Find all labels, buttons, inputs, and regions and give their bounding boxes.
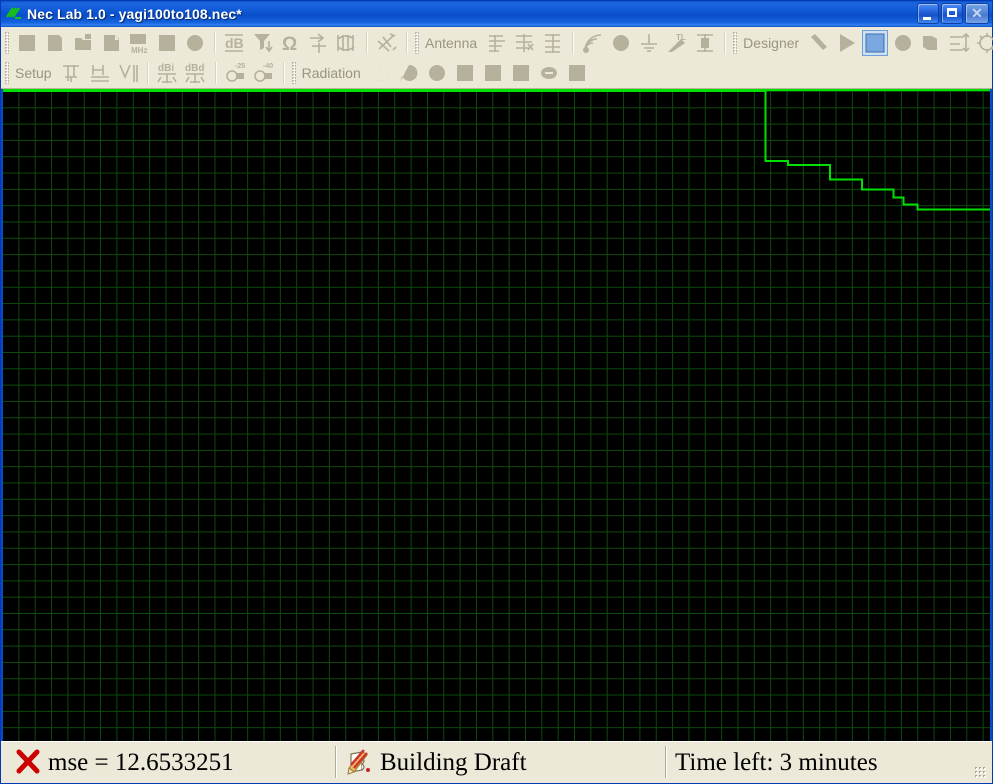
radiation-plot-3-button[interactable]: [508, 60, 534, 86]
app-window: Nec Lab 1.0 - yagi100to108.nec* ✕ MHz dB…: [0, 0, 993, 784]
frequency-mhz-button[interactable]: MHz: [126, 30, 152, 56]
gain-dbd-button[interactable]: dBd: [183, 60, 209, 86]
convergence-chart: [3, 90, 990, 211]
svg-text:dBi: dBi: [158, 63, 174, 74]
svg-text:dBd: dBd: [185, 63, 204, 74]
geometry-button[interactable]: [154, 30, 180, 56]
window-controls: ✕: [917, 3, 989, 24]
toolbar-row-primary: MHz dB Ω Antenna TL Designer: [1, 27, 993, 58]
setup-vertical-pattern-button[interactable]: [59, 60, 85, 86]
setup-vertical-bars-button[interactable]: [115, 60, 141, 86]
toolbar-separator: [282, 62, 285, 84]
antenna-yagi-button[interactable]: [484, 30, 510, 56]
toolbar-grip[interactable]: [291, 62, 296, 84]
title-bar[interactable]: Nec Lab 1.0 - yagi100to108.nec* ✕: [1, 1, 992, 27]
setup-group-label: Setup: [15, 65, 52, 81]
radiation-plot-1-button[interactable]: [452, 60, 478, 86]
toolbar-grip[interactable]: [5, 62, 9, 84]
designer-box-button[interactable]: [918, 30, 944, 56]
maximize-button[interactable]: [941, 3, 963, 24]
ground-plane-button[interactable]: [182, 30, 208, 56]
setup-horizontal-pattern-button[interactable]: [87, 60, 113, 86]
toolbar-separator: [572, 31, 575, 54]
mse-value: mse = 12.6533251: [48, 748, 234, 776]
gain-dbi-button[interactable]: dBi: [155, 60, 181, 86]
antenna-transmission-line-button[interactable]: TL: [664, 30, 690, 56]
radiation-pattern-3-button[interactable]: [424, 60, 450, 86]
designer-disc-button[interactable]: [890, 30, 916, 56]
sidelobe-40db-button[interactable]: -40: [251, 60, 277, 86]
gain-db-button[interactable]: dB: [222, 30, 248, 56]
antenna-log-periodic-button[interactable]: [512, 30, 538, 56]
open-document-button[interactable]: [42, 30, 68, 56]
radiation-pattern-1-button[interactable]: [368, 60, 394, 86]
radiation-group-label: Radiation: [301, 65, 361, 81]
toolbar-separator: [724, 31, 727, 54]
close-icon: ✕: [971, 5, 983, 21]
radiation-minus-button[interactable]: [536, 60, 562, 86]
radiation-plot-4-button[interactable]: [564, 60, 590, 86]
status-panel-state: Building Draft: [335, 743, 665, 781]
save-document-button[interactable]: [98, 30, 124, 56]
smith-chart-button[interactable]: [334, 30, 360, 56]
impedance-ohm-button[interactable]: Ω: [278, 30, 304, 56]
red-x-icon: [13, 747, 43, 777]
antenna-group-label: Antenna: [425, 34, 478, 51]
plot-area[interactable]: [1, 89, 992, 741]
toolbar-separator: [214, 31, 216, 54]
plot-grid: [3, 89, 990, 741]
designer-group-label: Designer: [743, 34, 800, 51]
status-bar: mse = 12.6533251 Building Draft Time lef…: [1, 741, 992, 783]
antenna-ground-button[interactable]: [636, 30, 662, 56]
pencil-draft-icon: [345, 747, 375, 777]
designer-run-button[interactable]: [834, 30, 860, 56]
designer-wire-button[interactable]: [806, 30, 832, 56]
toolbar-separator: [146, 62, 149, 84]
resize-grip[interactable]: [975, 767, 987, 779]
new-document-button[interactable]: [14, 30, 40, 56]
antenna-array-button[interactable]: [540, 30, 566, 56]
radiation-plot-2-button[interactable]: [480, 60, 506, 86]
toolbar-separator: [406, 31, 408, 54]
open-folder-button[interactable]: [70, 30, 96, 56]
status-panel-mse: mse = 12.6533251: [3, 743, 335, 781]
current-distribution-button[interactable]: [306, 30, 332, 56]
antenna-sphere-button[interactable]: [608, 30, 634, 56]
antenna-balun-button[interactable]: [692, 30, 718, 56]
optimize-button[interactable]: [374, 30, 400, 56]
radiation-pattern-2-button[interactable]: [396, 60, 422, 86]
window-title: Nec Lab 1.0 - yagi100to108.nec*: [27, 6, 242, 22]
svg-text:dB: dB: [225, 35, 244, 51]
svg-text:-25: -25: [235, 63, 245, 70]
swr-chart-button[interactable]: [250, 30, 276, 56]
close-button[interactable]: ✕: [965, 3, 989, 24]
toolbar-grip[interactable]: [5, 31, 9, 54]
sidelobe-25db-button[interactable]: -25: [223, 60, 249, 86]
designer-arrange-button[interactable]: [946, 30, 972, 56]
minimize-button[interactable]: [917, 3, 939, 24]
svg-text:MHz: MHz: [131, 46, 147, 55]
toolbar-separator: [366, 31, 368, 54]
nec-lab-icon: [5, 5, 23, 23]
state-label: Building Draft: [380, 748, 527, 776]
toolbar-grip[interactable]: [415, 31, 419, 54]
time-left-label: Time left: 3 minutes: [675, 748, 878, 776]
svg-text:-40: -40: [263, 63, 273, 70]
designer-settings-button[interactable]: [974, 30, 993, 56]
toolbar-separator: [214, 62, 217, 84]
toolbar-row-secondary: Setup dBi dBd -25 -40 Radiation: [1, 58, 992, 88]
status-panel-time: Time left: 3 minutes: [665, 743, 990, 781]
toolbar-area: MHz dB Ω Antenna TL Designer Setup dBi d…: [1, 27, 993, 89]
designer-plane-button[interactable]: [862, 29, 889, 56]
svg-text:Ω: Ω: [282, 34, 297, 55]
toolbar-grip[interactable]: [733, 31, 738, 54]
mse-convergence-series: [3, 90, 990, 211]
antenna-radiation-button[interactable]: [580, 30, 606, 56]
